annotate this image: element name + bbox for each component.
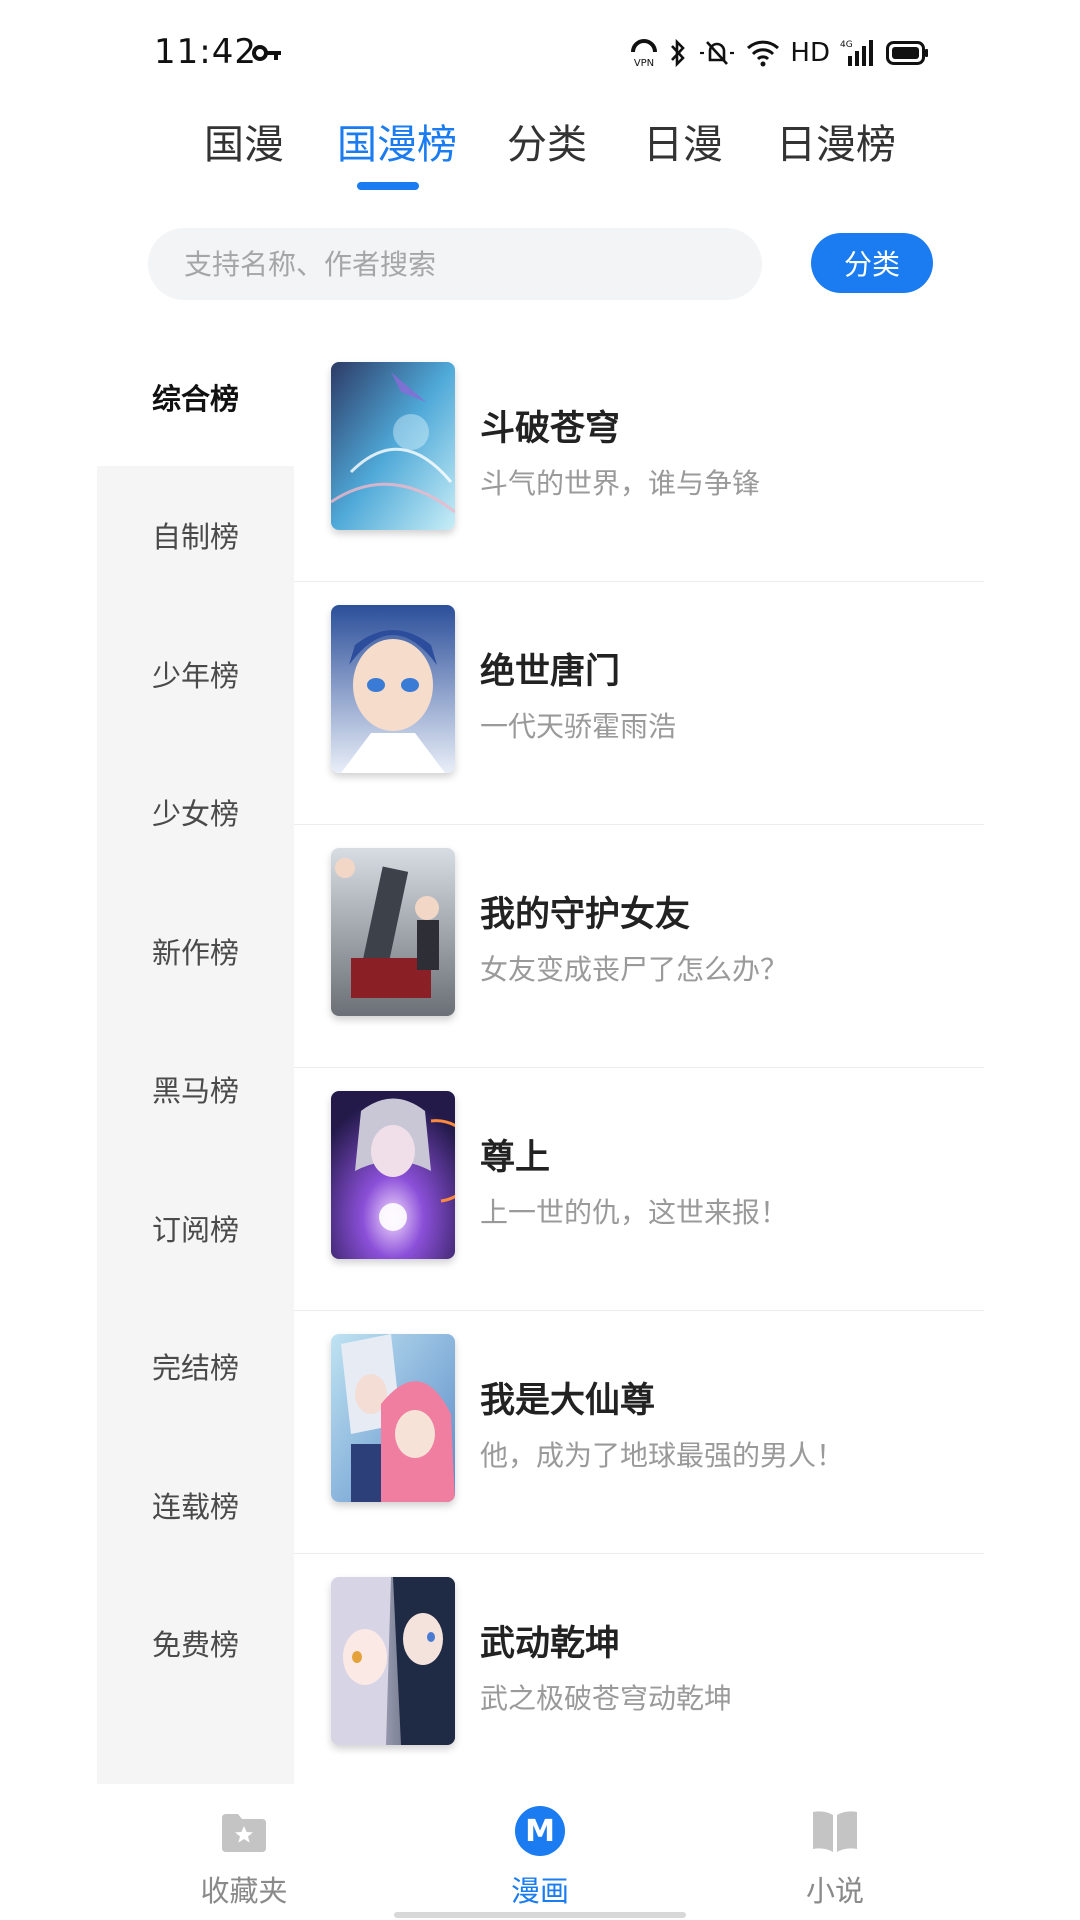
search-input[interactable] xyxy=(184,228,744,300)
status-time: 11:42 xyxy=(154,32,257,72)
bluetooth-icon xyxy=(668,38,688,68)
tab-guoman[interactable]: 国漫 xyxy=(204,112,284,170)
tab-guoman-ranking[interactable]: 国漫榜 xyxy=(337,112,457,170)
comic-title: 我是大仙尊 xyxy=(480,1381,656,1421)
list-item[interactable]: 我是大仙尊 他，成为了地球最强的男人！ xyxy=(294,1312,984,1554)
sidebar-item-darkhorse[interactable]: 黑马榜 xyxy=(97,1020,294,1158)
sidebar-item-shonen[interactable]: 少年榜 xyxy=(97,605,294,743)
comic-cover xyxy=(331,1334,455,1502)
category-button[interactable]: 分类 xyxy=(811,233,933,293)
svg-text:VPN: VPN xyxy=(634,58,654,68)
tab-riman-ranking[interactable]: 日漫榜 xyxy=(776,112,896,170)
sidebar-item-shoujo[interactable]: 少女榜 xyxy=(97,743,294,881)
network-hd-label: HD xyxy=(790,38,830,68)
comic-title: 尊上 xyxy=(480,1138,551,1178)
sidebar-item-original[interactable]: 自制榜 xyxy=(97,466,294,604)
comic-description: 武之极破苍穹动乾坤 xyxy=(480,1682,733,1715)
comic-title: 武动乾坤 xyxy=(480,1624,621,1664)
nav-favorites-label: 收藏夹 xyxy=(200,1874,288,1908)
comic-description: 斗气的世界，谁与争锋 xyxy=(480,467,761,500)
comic-description: 一代天骄霍雨浩 xyxy=(480,710,677,743)
ranking-sidebar: 综合榜 自制榜 少年榜 少女榜 新作榜 黑马榜 订阅榜 完结榜 连载榜 免费榜 xyxy=(97,328,294,1784)
comic-description: 他，成为了地球最强的男人！ xyxy=(480,1439,845,1472)
list-item[interactable]: 绝世唐门 一代天骄霍雨浩 xyxy=(294,583,984,825)
list-item[interactable]: 斗破苍穹 斗气的世界，谁与争锋 xyxy=(294,340,984,582)
active-tab-indicator xyxy=(357,182,419,190)
mute-icon xyxy=(698,38,736,68)
key-icon xyxy=(252,45,281,61)
comic-cover xyxy=(331,1091,455,1259)
status-icons: VPN HD 4G xyxy=(630,36,930,70)
comic-cover xyxy=(331,362,455,530)
comic-title: 我的守护女友 xyxy=(480,895,691,935)
comic-description: 上一世的仇，这世来报！ xyxy=(480,1196,789,1229)
home-indicator[interactable] xyxy=(394,1912,686,1918)
wifi-icon xyxy=(746,38,780,68)
comic-title: 斗破苍穹 xyxy=(480,409,621,449)
nav-novel[interactable]: 小说 xyxy=(735,1786,935,1920)
svg-text:4G: 4G xyxy=(840,40,853,50)
sidebar-item-free[interactable]: 免费榜 xyxy=(97,1574,294,1712)
nav-novel-label: 小说 xyxy=(805,1874,864,1908)
comic-cover xyxy=(331,1577,455,1745)
vpn-icon: VPN xyxy=(630,38,658,68)
comic-cover xyxy=(331,848,455,1016)
comic-description: 女友变成丧尸了怎么办？ xyxy=(480,953,789,986)
battery-icon xyxy=(886,38,930,68)
bottom-nav: 收藏夹 M 漫画 小说 xyxy=(0,1786,1080,1920)
nav-manga-label: 漫画 xyxy=(510,1874,569,1908)
open-book-icon xyxy=(813,1811,857,1852)
comic-title: 绝世唐门 xyxy=(480,652,621,692)
nav-manga[interactable]: M 漫画 xyxy=(440,1786,640,1920)
signal-icon: 4G xyxy=(840,38,876,68)
svg-text:M: M xyxy=(525,1814,555,1849)
sidebar-item-overall[interactable]: 综合榜 xyxy=(97,328,294,466)
list-item[interactable]: 尊上 上一世的仇，这世来报！ xyxy=(294,1069,984,1311)
manga-m-icon: M xyxy=(515,1806,565,1856)
search-box xyxy=(148,228,762,300)
sidebar-item-subscribe[interactable]: 订阅榜 xyxy=(97,1159,294,1297)
tab-category[interactable]: 分类 xyxy=(507,112,587,170)
list-item[interactable]: 我的守护女友 女友变成丧尸了怎么办？ xyxy=(294,826,984,1068)
sidebar-item-ongoing[interactable]: 连载榜 xyxy=(97,1436,294,1574)
sidebar-item-new[interactable]: 新作榜 xyxy=(97,882,294,1020)
top-tab-bar: 国漫 国漫榜 分类 日漫 日漫榜 xyxy=(0,112,1080,192)
nav-favorites[interactable]: 收藏夹 xyxy=(144,1786,344,1920)
comic-cover xyxy=(331,605,455,773)
list-item[interactable]: 武动乾坤 武之极破苍穹动乾坤 xyxy=(294,1555,984,1797)
star-folder-icon xyxy=(222,1814,266,1852)
status-bar: 11:42 VPN HD 4G xyxy=(0,0,1080,110)
tab-riman[interactable]: 日漫 xyxy=(643,112,723,170)
sidebar-item-completed[interactable]: 完结榜 xyxy=(97,1297,294,1435)
